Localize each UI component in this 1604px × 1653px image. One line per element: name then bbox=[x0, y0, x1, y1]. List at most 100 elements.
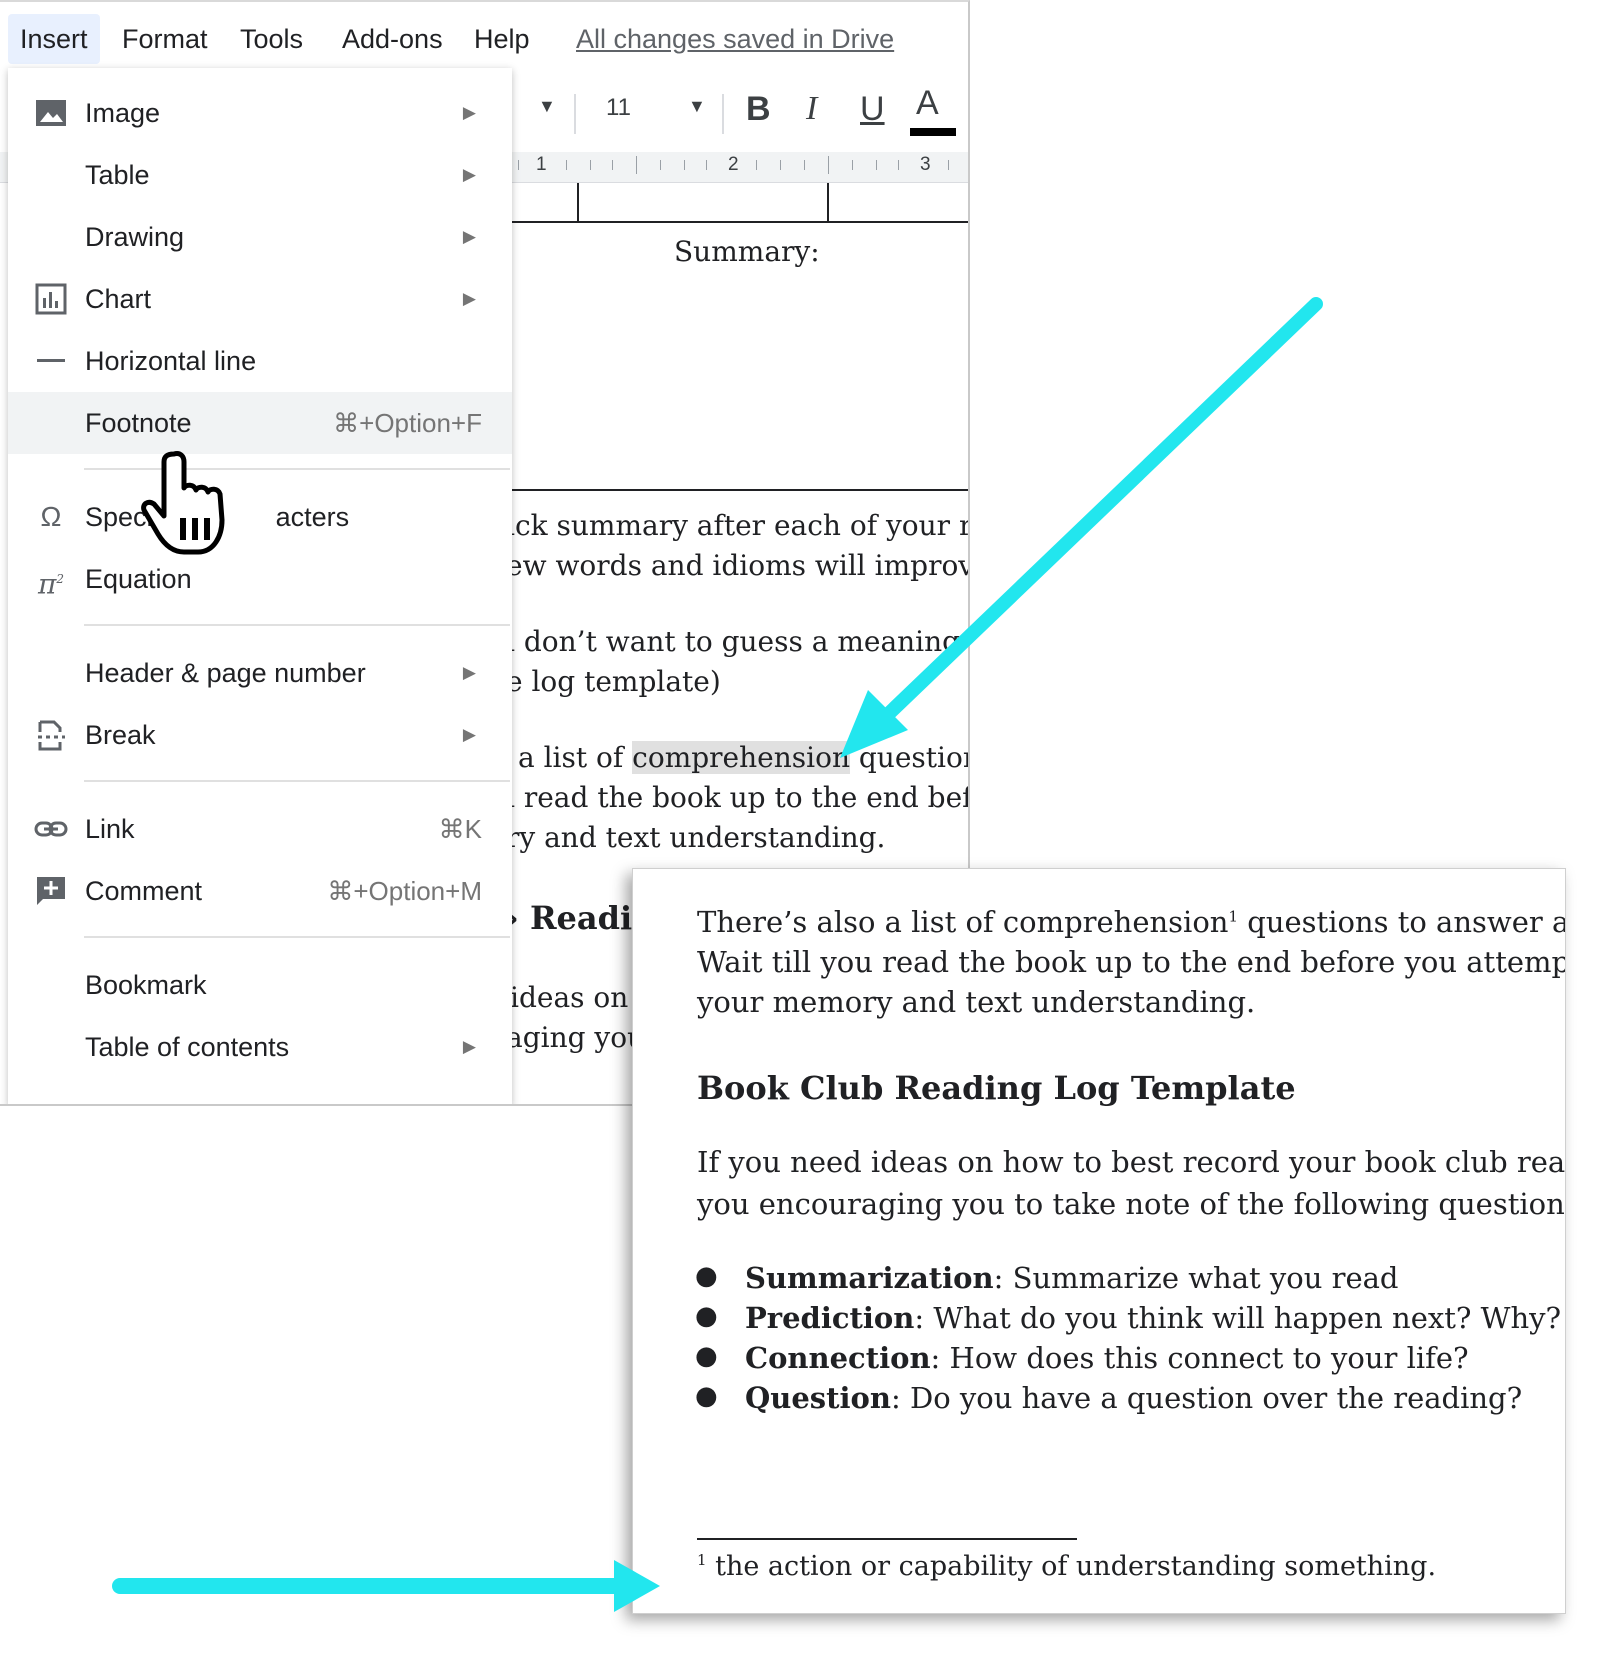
bullet-term: Summarization bbox=[745, 1261, 994, 1295]
footnote[interactable]: 1 the action or capability of understand… bbox=[697, 1551, 1436, 1582]
doc-text-line: a list of comprehension questions bbox=[518, 741, 968, 774]
hand-pointer-cursor-icon bbox=[140, 448, 240, 558]
paragraph-fragment: questions to answer after yo bbox=[1247, 905, 1565, 939]
menu-item-label: Footnote bbox=[85, 408, 192, 438]
chart-icon bbox=[34, 282, 68, 316]
font-size-dropdown-icon[interactable]: ▼ bbox=[688, 96, 706, 117]
bullet-term: Connection bbox=[745, 1341, 931, 1375]
text-color-button[interactable]: A bbox=[916, 84, 939, 123]
saved-status-link[interactable]: All changes saved in Drive bbox=[576, 14, 894, 64]
italic-button[interactable]: I bbox=[806, 90, 817, 128]
menu-item-label: Horizontal line bbox=[85, 346, 257, 376]
submenu-arrow-icon: ▶ bbox=[462, 725, 476, 744]
menu-item-header-page-number[interactable]: Header & page number ▶ bbox=[8, 642, 512, 704]
bullet-text: : Summarize what you read bbox=[993, 1261, 1399, 1295]
menu-item-label: Comment bbox=[85, 876, 203, 906]
bullet-text: : Do you have a question over the readin… bbox=[890, 1381, 1523, 1415]
pi-icon: π2 bbox=[37, 567, 65, 601]
menu-item-table[interactable]: Table ▶ bbox=[8, 144, 512, 206]
menu-item-label: Drawing bbox=[85, 222, 185, 252]
section-heading: Book Club Reading Log Template bbox=[697, 1069, 1296, 1107]
paragraph-fragment: There’s also a list of comprehension bbox=[697, 905, 1229, 939]
shortcut-label: ⌘K bbox=[438, 814, 482, 844]
ruler-number: 3 bbox=[920, 154, 931, 175]
menu-item-drawing[interactable]: Drawing ▶ bbox=[8, 206, 512, 268]
paragraph-line: you encouraging you to take note of the … bbox=[697, 1187, 1566, 1221]
menu-insert[interactable]: Insert bbox=[8, 14, 100, 64]
menu-divider bbox=[84, 624, 510, 626]
footnote-text: the action or capability of understandin… bbox=[706, 1551, 1437, 1582]
doc-text-line: ick summary after each of your re bbox=[506, 509, 970, 542]
break-icon bbox=[34, 718, 68, 752]
doc-text-line: aging you bbox=[506, 1021, 646, 1054]
submenu-arrow-icon: ▶ bbox=[462, 289, 476, 308]
font-size-value[interactable]: 11 bbox=[606, 94, 631, 122]
table-border bbox=[827, 183, 829, 221]
menu-item-label: Table of contents bbox=[85, 1032, 290, 1062]
toolbar-separator bbox=[722, 94, 724, 134]
menu-item-bookmark[interactable]: Bookmark bbox=[8, 954, 512, 1016]
bullet-item: ● Prediction: What do you think will happ… bbox=[695, 1301, 1562, 1335]
menu-item-label-part: acters bbox=[275, 502, 350, 532]
table-border bbox=[510, 489, 968, 491]
submenu-arrow-icon: ▶ bbox=[462, 165, 476, 184]
menu-item-equation[interactable]: π2 Equation bbox=[8, 548, 512, 610]
submenu-arrow-icon: ▶ bbox=[462, 103, 476, 122]
doc-text-line: e log template) bbox=[506, 665, 721, 698]
image-icon bbox=[34, 96, 68, 130]
footnote-number: 1 bbox=[697, 1551, 707, 1569]
menubar: Insert Format Tools Add-ons Help All cha… bbox=[0, 2, 968, 76]
menu-item-horizontal-line[interactable]: Horizontal line bbox=[8, 330, 512, 392]
footnote-separator bbox=[697, 1538, 1077, 1540]
menu-tools[interactable]: Tools bbox=[228, 14, 315, 64]
bullet-term: Question bbox=[745, 1381, 891, 1415]
insert-menu-dropdown: Image ▶ Table ▶ Drawing ▶ Chart ▶ Horizo… bbox=[8, 68, 512, 1104]
selected-word-highlight[interactable]: comprehension bbox=[632, 741, 850, 774]
ruler-number: 2 bbox=[728, 154, 739, 175]
doc-text-fragment: a list of bbox=[518, 741, 633, 774]
menu-item-label: Link bbox=[85, 814, 135, 844]
doc-text-line: ı read the book up to the end befo bbox=[506, 781, 970, 814]
shortcut-label: ⌘+Option+F bbox=[333, 408, 482, 438]
bullet-item: ● Question: Do you have a question over t… bbox=[695, 1381, 1523, 1415]
horizontal-line-icon bbox=[34, 344, 68, 378]
menu-divider bbox=[84, 936, 510, 938]
doc-text-line: ew words and idioms will improve bbox=[506, 549, 970, 582]
bullet-item: ● Summarization: Summarize what you read bbox=[695, 1261, 1399, 1295]
zoomed-document-page: There’s also a list of comprehension1 qu… bbox=[632, 868, 1566, 1614]
menu-help[interactable]: Help bbox=[462, 14, 542, 64]
submenu-arrow-icon: ▶ bbox=[462, 227, 476, 246]
menu-add-ons[interactable]: Add-ons bbox=[330, 14, 455, 64]
menu-divider bbox=[84, 780, 510, 782]
omega-icon: Ω bbox=[40, 501, 62, 532]
shortcut-label: ⌘+Option+M bbox=[327, 876, 482, 906]
font-dropdown-arrow-icon[interactable]: ▼ bbox=[538, 96, 556, 117]
horizontal-arrow-icon bbox=[112, 1560, 660, 1612]
doc-text-line: ı don’t want to guess a meaning bbox=[506, 625, 961, 658]
toolbar-separator bbox=[574, 94, 576, 134]
paragraph-line: There’s also a list of comprehension1 qu… bbox=[697, 905, 1565, 939]
menu-item-label: Image bbox=[85, 98, 161, 128]
menu-item-image[interactable]: Image ▶ bbox=[8, 82, 512, 144]
menu-item-break[interactable]: Break ▶ bbox=[8, 704, 512, 766]
submenu-arrow-icon: ▶ bbox=[462, 1037, 476, 1056]
menu-item-label: Bookmark bbox=[85, 970, 207, 1000]
menu-item-label: Break bbox=[85, 720, 156, 750]
paragraph-line: If you need ideas on how to best record … bbox=[697, 1145, 1566, 1179]
menu-item-label: Header & page number bbox=[85, 658, 366, 688]
menu-item-special-characters[interactable]: Ω Specia acters bbox=[8, 486, 512, 548]
bullet-text: : What do you think will happen next? Wh… bbox=[914, 1301, 1562, 1335]
footnote-reference[interactable]: 1 bbox=[1228, 907, 1238, 925]
menu-item-comment[interactable]: Comment ⌘+Option+M bbox=[8, 860, 512, 922]
bold-button[interactable]: B bbox=[746, 90, 771, 129]
menu-format[interactable]: Format bbox=[110, 14, 220, 64]
menu-item-table-of-contents[interactable]: Table of contents ▶ bbox=[8, 1016, 512, 1078]
menu-item-chart[interactable]: Chart ▶ bbox=[8, 268, 512, 330]
underline-button[interactable]: U bbox=[860, 90, 885, 129]
comment-add-icon bbox=[34, 874, 68, 908]
menu-item-link[interactable]: Link ⌘K bbox=[8, 798, 512, 860]
bullet-item: ● Connection: How does this connect to yo… bbox=[695, 1341, 1469, 1375]
paragraph-line: your memory and text understanding. bbox=[697, 985, 1256, 1019]
menu-item-label: Chart bbox=[85, 284, 152, 314]
menu-item-footnote[interactable]: Footnote ⌘+Option+F bbox=[8, 392, 512, 454]
